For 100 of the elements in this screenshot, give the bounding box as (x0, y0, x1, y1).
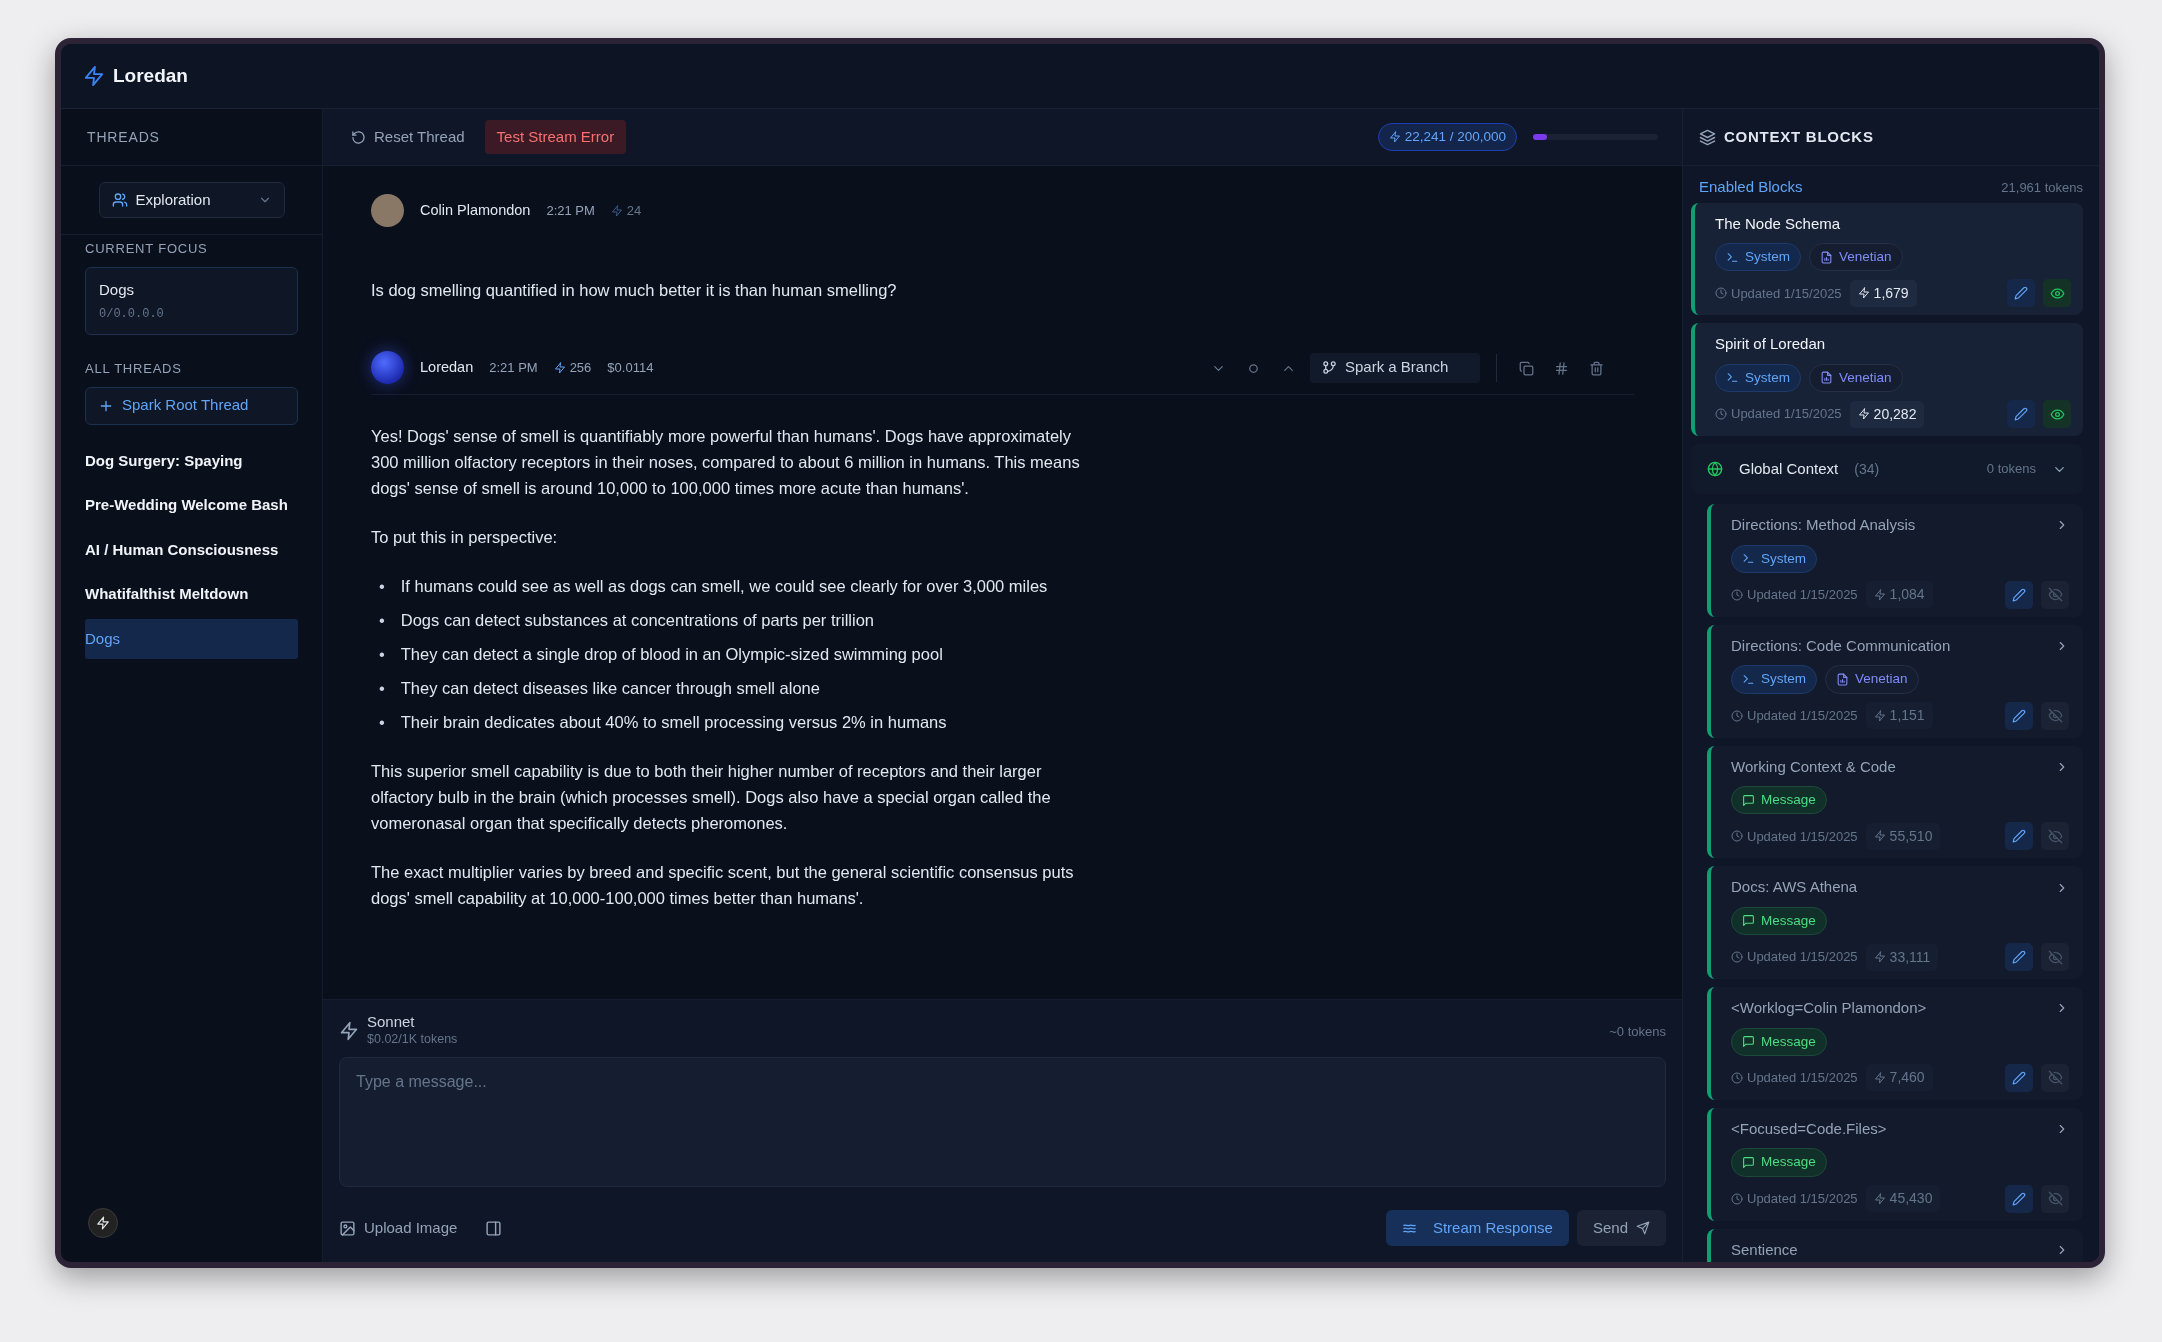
panel-icon (485, 1220, 503, 1238)
message-paragraph: The exact multiplier varies by breed and specific scent, but the general scientific consensus puts dogs' smell capability at 10,000-100,000 times better than humans'. (371, 862, 1075, 909)
eye-icon (2049, 406, 2065, 422)
block-title: <Worklog=Colin Plamondon> (1731, 998, 1928, 1018)
eye-off-icon (2047, 708, 2063, 723)
edit-button[interactable] (2005, 1063, 2033, 1092)
users-icon (111, 192, 128, 208)
block-title: Docs: AWS Athena (1731, 877, 1859, 898)
visibility-toggle[interactable] (2043, 400, 2071, 428)
bolt-icon (1873, 588, 1886, 601)
edit-button[interactable] (2005, 701, 2033, 730)
clock-icon (1731, 588, 1743, 601)
token-total: 21,961 tokens (2001, 178, 2083, 197)
tag: Venetian (1825, 665, 1919, 694)
eye-off-icon (2047, 1070, 2063, 1086)
thread-item[interactable]: Dogs (85, 618, 298, 659)
edit-button[interactable] (2005, 580, 2033, 609)
terminal-icon (1742, 672, 1755, 686)
bolt-icon (96, 1216, 110, 1230)
message-cost: $0.0114 (607, 358, 654, 377)
token-count: 33,111 (1865, 943, 1939, 971)
list-item: If humans could see as well as dogs can smell, we could see clearly for over 3,000 miles (400, 576, 1048, 597)
tag: Message (1731, 1148, 1827, 1177)
tag: Message (1731, 906, 1827, 935)
bolt-icon (553, 361, 566, 374)
branch-button[interactable]: Spark a Branch (1310, 352, 1480, 383)
message-time: 2:21 PM (546, 201, 595, 220)
pencil-icon (2012, 1070, 2026, 1085)
visibility-toggle[interactable] (2041, 1063, 2069, 1092)
send-button[interactable]: Send (1576, 1210, 1666, 1246)
edit-button[interactable] (2005, 822, 2033, 851)
new-thread-button[interactable]: Spark Root Thread (85, 386, 298, 425)
app-title: Loredan (113, 63, 188, 88)
bolt-icon (1388, 131, 1401, 143)
visibility-toggle[interactable] (2041, 1184, 2069, 1213)
tag: Venetian (1809, 363, 1903, 392)
tag: System (1731, 544, 1817, 573)
block-title: Directions: Method Analysis (1731, 515, 1917, 535)
layers-icon (1699, 128, 1716, 146)
block-title: Directions: Code Communication (1731, 635, 1952, 656)
pencil-icon (2012, 950, 2026, 964)
bolt-icon (83, 65, 105, 87)
edit-button[interactable] (2007, 279, 2035, 308)
message-icon (1742, 914, 1755, 928)
upload-image-button[interactable]: Upload Image (339, 1214, 458, 1242)
author-name: Colin Plamondon (420, 200, 531, 220)
terminal-icon (1726, 250, 1739, 264)
edit-button[interactable] (2007, 400, 2035, 428)
reset-thread-button[interactable]: Reset Thread (347, 120, 469, 154)
visibility-toggle[interactable] (2041, 580, 2069, 609)
block-title: The Node Schema (1715, 213, 1842, 234)
edit-button[interactable] (2005, 1184, 2033, 1213)
eye-off-icon (2047, 587, 2063, 603)
clock-icon (1715, 287, 1727, 300)
visibility-toggle[interactable] (2041, 701, 2069, 730)
bolt-icon (1857, 287, 1870, 300)
message-icon (1742, 1035, 1755, 1049)
terminal-icon (1726, 371, 1739, 385)
token-count: 1,084 (1865, 581, 1933, 609)
thread-item[interactable]: AI / Human Consciousness (85, 529, 298, 570)
bullet: • (379, 576, 385, 597)
message-icon (1742, 1155, 1755, 1169)
stream-response-button[interactable]: Stream Response (1385, 1210, 1569, 1246)
bolt-icon (1873, 709, 1886, 722)
visibility-toggle[interactable] (2041, 943, 2069, 971)
visibility-toggle[interactable] (2043, 279, 2071, 308)
bolt-icon (1873, 830, 1886, 843)
thread-item[interactable]: Whatifalthist Meltdown (85, 574, 298, 615)
thread-item[interactable]: Pre-Wedding Welcome Bash (85, 485, 298, 526)
author-name: Loredan (420, 357, 474, 377)
thread-item[interactable]: Dog Surgery: Spaying (85, 440, 298, 481)
section-heading: THREADS (87, 127, 160, 147)
user-avatar (371, 194, 404, 227)
visibility-toggle[interactable] (2041, 822, 2069, 851)
mode-dropdown[interactable]: Exploration (98, 182, 285, 218)
token-count: 256 (553, 357, 592, 378)
global-context-header[interactable]: Global Context (34) 0 tokens (1691, 444, 2083, 494)
send-icon (1636, 1221, 1650, 1235)
bolt-icon (339, 1021, 359, 1042)
tag: System (1715, 363, 1801, 392)
pencil-icon (2012, 708, 2026, 723)
block-title: Working Context & Code (1731, 756, 1897, 777)
test-error-button[interactable]: Test Stream Error (484, 119, 627, 155)
clock-icon (1731, 709, 1743, 722)
eye-icon (2049, 285, 2065, 301)
bullet: • (379, 610, 385, 631)
list-item: They can detect a single drop of blood in an Olympic-sized swimming pool (400, 644, 943, 665)
file-icon (1836, 672, 1849, 686)
bolt-icon (610, 204, 623, 217)
updated-date: Updated 1/15/2025 (1715, 283, 1842, 303)
message-paragraph: Yes! Dogs' sense of smell is quantifiably more powerful than humans'. Dogs have approximately 300 million olfactory receptors in their noses, compared to about 6 million in humans. This means dogs' sense of smell is around 10,000 to 100,000 times more acute than humans'. (371, 426, 1081, 499)
message-input[interactable]: Type a message... (339, 1057, 1666, 1187)
reset-icon (351, 129, 366, 145)
token-usage-badge: 22,241 / 200,000 (1377, 122, 1517, 152)
pencil-icon (2012, 587, 2026, 602)
edit-button[interactable] (2005, 943, 2033, 971)
bolt-button[interactable] (88, 1208, 118, 1238)
block-title: Spirit of Loredan (1715, 334, 1827, 355)
bot-avatar (371, 351, 404, 384)
block-title: Sentience (1731, 1239, 1799, 1260)
